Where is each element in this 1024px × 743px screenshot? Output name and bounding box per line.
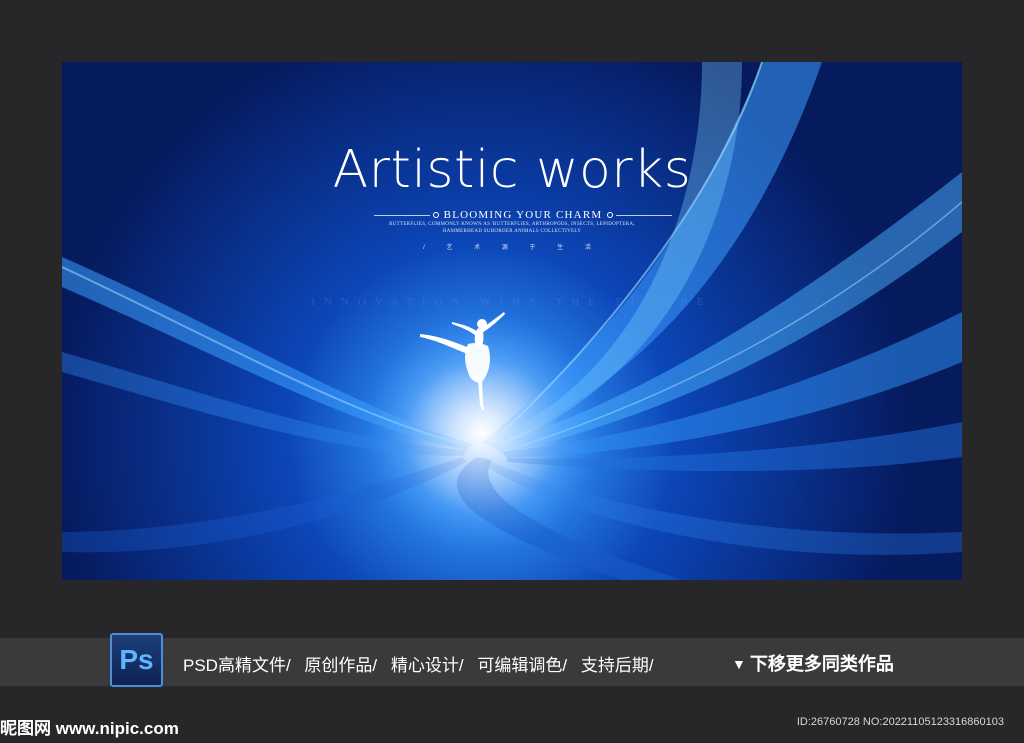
poster-subtitle: BLOOMING YOUR CHARM bbox=[443, 209, 603, 221]
feature-item: 精心设计/ bbox=[390, 656, 464, 675]
ornament-dot-icon bbox=[607, 212, 614, 218]
image-id-info: ID:26760728 NO:20221105123316860103 bbox=[796, 716, 1004, 728]
feature-item: 可编辑调色/ bbox=[477, 656, 568, 675]
feature-list: PSD高精文件/ 原创作品/ 精心设计/ 可编辑调色/ 支持后期/ bbox=[183, 651, 663, 676]
poster-faint-slogan: INNOVATION WINS THE FUTURE bbox=[311, 296, 713, 308]
more-works-link[interactable]: ▼ 下移更多同类作品 bbox=[732, 650, 894, 676]
triangle-down-icon: ▼ bbox=[732, 656, 746, 672]
poster-chinese-tagline: / 艺 术 源 于 生 活 bbox=[423, 245, 601, 251]
desc-line-2: HAMMERHEAD SUBORDER ANIMALS COLLECTIVELY bbox=[442, 229, 582, 234]
feature-item: 支持后期/ bbox=[580, 656, 654, 675]
photoshop-icon: Ps bbox=[110, 633, 163, 687]
poster-image: Artistic works BLOOMING YOUR CHARM BUTTE… bbox=[62, 62, 962, 580]
subtitle-row: BLOOMING YOUR CHARM bbox=[374, 208, 672, 222]
poster-description: BUTTERFLIES, COMMONLY KNOWN AS 'BUTTERFL… bbox=[62, 221, 962, 235]
feature-item: 原创作品/ bbox=[304, 656, 378, 675]
ballerina-icon bbox=[420, 312, 505, 410]
poster-title: Artistic works bbox=[332, 140, 692, 200]
divider-left bbox=[374, 214, 430, 216]
feature-item: PSD高精文件/ bbox=[183, 656, 291, 675]
more-works-label: 下移更多同类作品 bbox=[749, 654, 894, 674]
site-watermark: 昵图网 www.nipic.com bbox=[0, 719, 179, 738]
ornament-dot-icon bbox=[432, 212, 439, 218]
desc-line-1: BUTTERFLIES, COMMONLY KNOWN AS 'BUTTERFL… bbox=[389, 222, 635, 227]
divider-right bbox=[616, 214, 672, 216]
